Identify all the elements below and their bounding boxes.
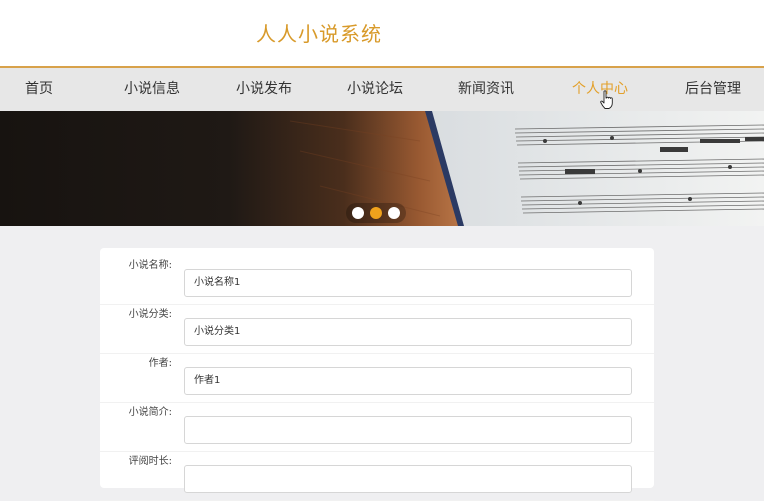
hand-pointer-icon <box>600 90 613 109</box>
carousel-dot-3[interactable] <box>388 207 400 219</box>
form-row-author: 作者: 作者1 <box>100 353 654 403</box>
form-row-novel-name: 小说名称: 小说名称1 <box>100 255 654 305</box>
nav-item-home[interactable]: 首页 <box>25 68 53 111</box>
site-title: 人人小说系统 <box>256 22 382 46</box>
carousel-dot-1[interactable] <box>352 207 364 219</box>
form-row-reading-duration: 评阅时长: <box>100 451 654 501</box>
author-input[interactable]: 作者1 <box>184 367 632 395</box>
novel-category-label: 小说分类: <box>128 309 172 320</box>
main-nav: 首页 小说信息 小说发布 小说论坛 新闻资讯 个人中心 后台管理 <box>0 66 764 111</box>
form-row-novel-intro: 小说简介: <box>100 402 654 452</box>
nav-item-novel-publish[interactable]: 小说发布 <box>236 68 292 111</box>
author-label: 作者: <box>148 358 172 369</box>
novel-name-input[interactable]: 小说名称1 <box>184 269 632 297</box>
novel-intro-label: 小说简介: <box>128 407 172 418</box>
nav-item-news[interactable]: 新闻资讯 <box>458 68 514 111</box>
site-header: 人人小说系统 <box>0 0 764 66</box>
novel-category-input[interactable]: 小说分类1 <box>184 318 632 346</box>
nav-item-admin[interactable]: 后台管理 <box>685 68 741 111</box>
nav-item-novel-info[interactable]: 小说信息 <box>124 68 180 111</box>
novel-detail-form: 小说名称: 小说名称1 小说分类: 小说分类1 作者: 作者1 小说简介: 评阅… <box>100 248 654 501</box>
reading-duration-input[interactable] <box>184 465 632 493</box>
novel-name-label: 小说名称: <box>128 260 172 271</box>
carousel-indicators <box>346 203 406 223</box>
carousel-dot-2[interactable] <box>370 207 382 219</box>
nav-item-novel-forum[interactable]: 小说论坛 <box>347 68 403 111</box>
form-row-novel-category: 小说分类: 小说分类1 <box>100 304 654 354</box>
novel-intro-input[interactable] <box>184 416 632 444</box>
reading-duration-label: 评阅时长: <box>128 456 172 467</box>
